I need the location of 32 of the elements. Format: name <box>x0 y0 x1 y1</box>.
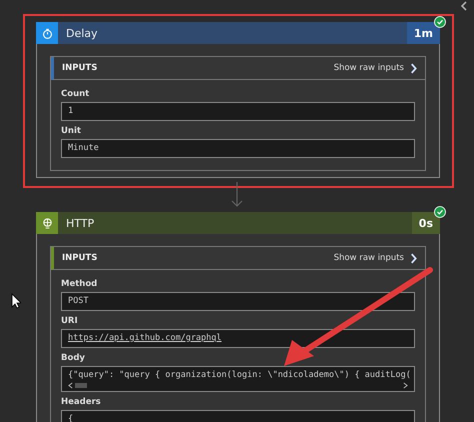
field-label: Count <box>61 89 90 99</box>
input-field[interactable]: {"query": "query { organization(login: \"ndicolademo\") { auditLog( <box>61 366 415 392</box>
step-title: Delay <box>66 26 99 40</box>
stopwatch-icon <box>36 22 58 44</box>
field-label: URI <box>61 316 79 326</box>
scroll-right-icon[interactable] <box>403 382 408 389</box>
step-title: HTTP <box>66 216 96 230</box>
section-title: INPUTS <box>62 253 98 263</box>
horizontal-scrollbar[interactable] <box>68 382 408 389</box>
globe-icon <box>36 212 58 234</box>
chevron-left-icon[interactable] <box>460 1 468 11</box>
input-field[interactable]: 1 <box>61 102 415 121</box>
mouse-cursor-icon <box>11 293 21 309</box>
step-header[interactable]: HTTP 0s <box>36 212 440 234</box>
field-label: Unit <box>61 126 82 136</box>
show-raw-inputs-link[interactable]: Show raw inputs <box>334 63 404 73</box>
section-title: INPUTS <box>62 63 98 73</box>
input-field[interactable]: POST <box>61 292 415 311</box>
input-field[interactable]: Minute <box>61 139 415 158</box>
show-raw-inputs-link[interactable]: Show raw inputs <box>334 253 404 263</box>
connector-arrow <box>231 182 243 208</box>
field-label: Body <box>61 353 86 363</box>
field-label: Headers <box>61 397 102 407</box>
input-field[interactable]: https://api.github.com/graphql <box>61 329 415 348</box>
field-label: Method <box>61 279 98 289</box>
chevron-right-icon[interactable] <box>410 62 417 74</box>
chevron-right-icon[interactable] <box>410 252 417 264</box>
duration-badge: 1m <box>406 22 440 44</box>
scroll-left-icon[interactable] <box>68 382 73 389</box>
duration-badge: 0s <box>412 212 440 234</box>
scrollbar-thumb[interactable] <box>75 383 87 388</box>
step-header[interactable]: Delay 1m <box>36 22 440 44</box>
